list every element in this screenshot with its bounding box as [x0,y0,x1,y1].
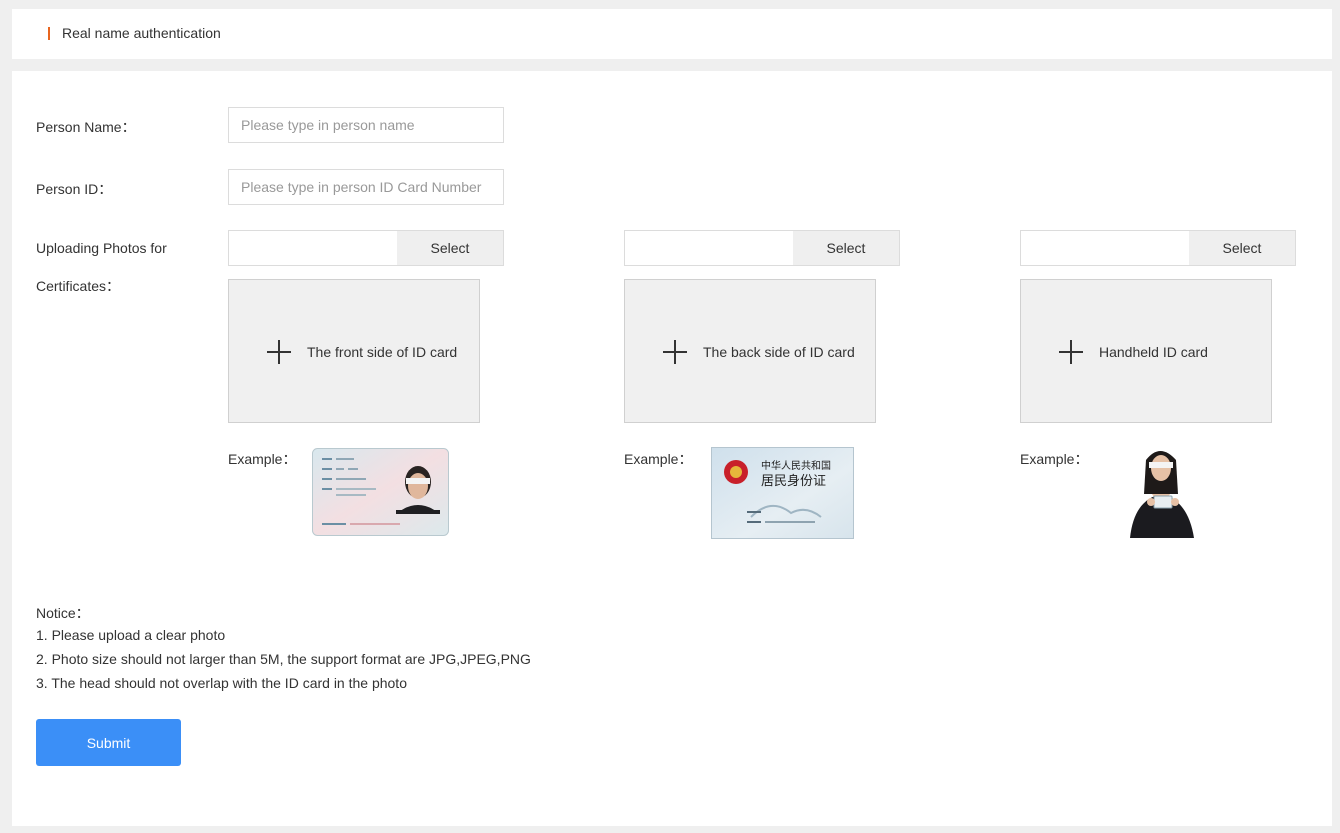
front-file-field[interactable] [229,231,397,265]
plus-icon [1059,340,1083,364]
person-id-input[interactable] [228,169,504,205]
submit-button[interactable]: Submit [36,719,181,766]
front-upload-label: The front side of ID card [307,344,458,360]
front-example-label: Example： [228,451,297,467]
page-title: Real name authentication [62,25,221,41]
plus-icon [663,340,687,364]
notice-item: 3. The head should not overlap with the … [36,675,407,691]
handheld-file-picker: Select [1020,230,1296,266]
handheld-example-image [1130,451,1194,538]
handheld-select-button[interactable]: Select [1189,231,1295,265]
plus-icon [267,340,291,364]
page-header: Real name authentication [12,9,1332,59]
front-upload-box[interactable]: The front side of ID card [228,279,480,423]
back-id-example-image: 中华人民共和国 居民身份证 [711,447,854,539]
front-id-example-image [312,448,449,536]
handheld-example-label: Example： [1020,451,1089,467]
handheld-upload-box[interactable]: Handheld ID card [1020,279,1272,423]
title-accent-bar [48,27,50,40]
person-name-label: Person Name： [36,119,136,135]
back-upload-box[interactable]: The back side of ID card [624,279,876,423]
back-example-label: Example： [624,451,693,467]
auth-form: Person Name： Person ID： Uploading Photos… [12,71,1332,826]
card-text-line2: 居民身份证 [761,473,826,489]
back-file-picker: Select [624,230,900,266]
person-id-label: Person ID： [36,181,113,197]
handheld-upload-label: Handheld ID card [1099,344,1208,360]
back-file-field[interactable] [625,231,793,265]
back-upload-label: The back side of ID card [703,344,855,360]
photos-label-line1: Uploading Photos for [36,240,167,256]
notice-title: Notice： [36,605,90,621]
card-text-line1: 中华人民共和国 [761,459,831,472]
handheld-file-field[interactable] [1021,231,1189,265]
person-name-input[interactable] [228,107,504,143]
front-select-button[interactable]: Select [397,231,503,265]
front-file-picker: Select [228,230,504,266]
notice-item: 1. Please upload a clear photo [36,627,226,643]
notice-item: 2. Photo size should not larger than 5M,… [36,651,531,667]
photos-label-line2: Certificates： [36,278,121,294]
back-select-button[interactable]: Select [793,231,899,265]
